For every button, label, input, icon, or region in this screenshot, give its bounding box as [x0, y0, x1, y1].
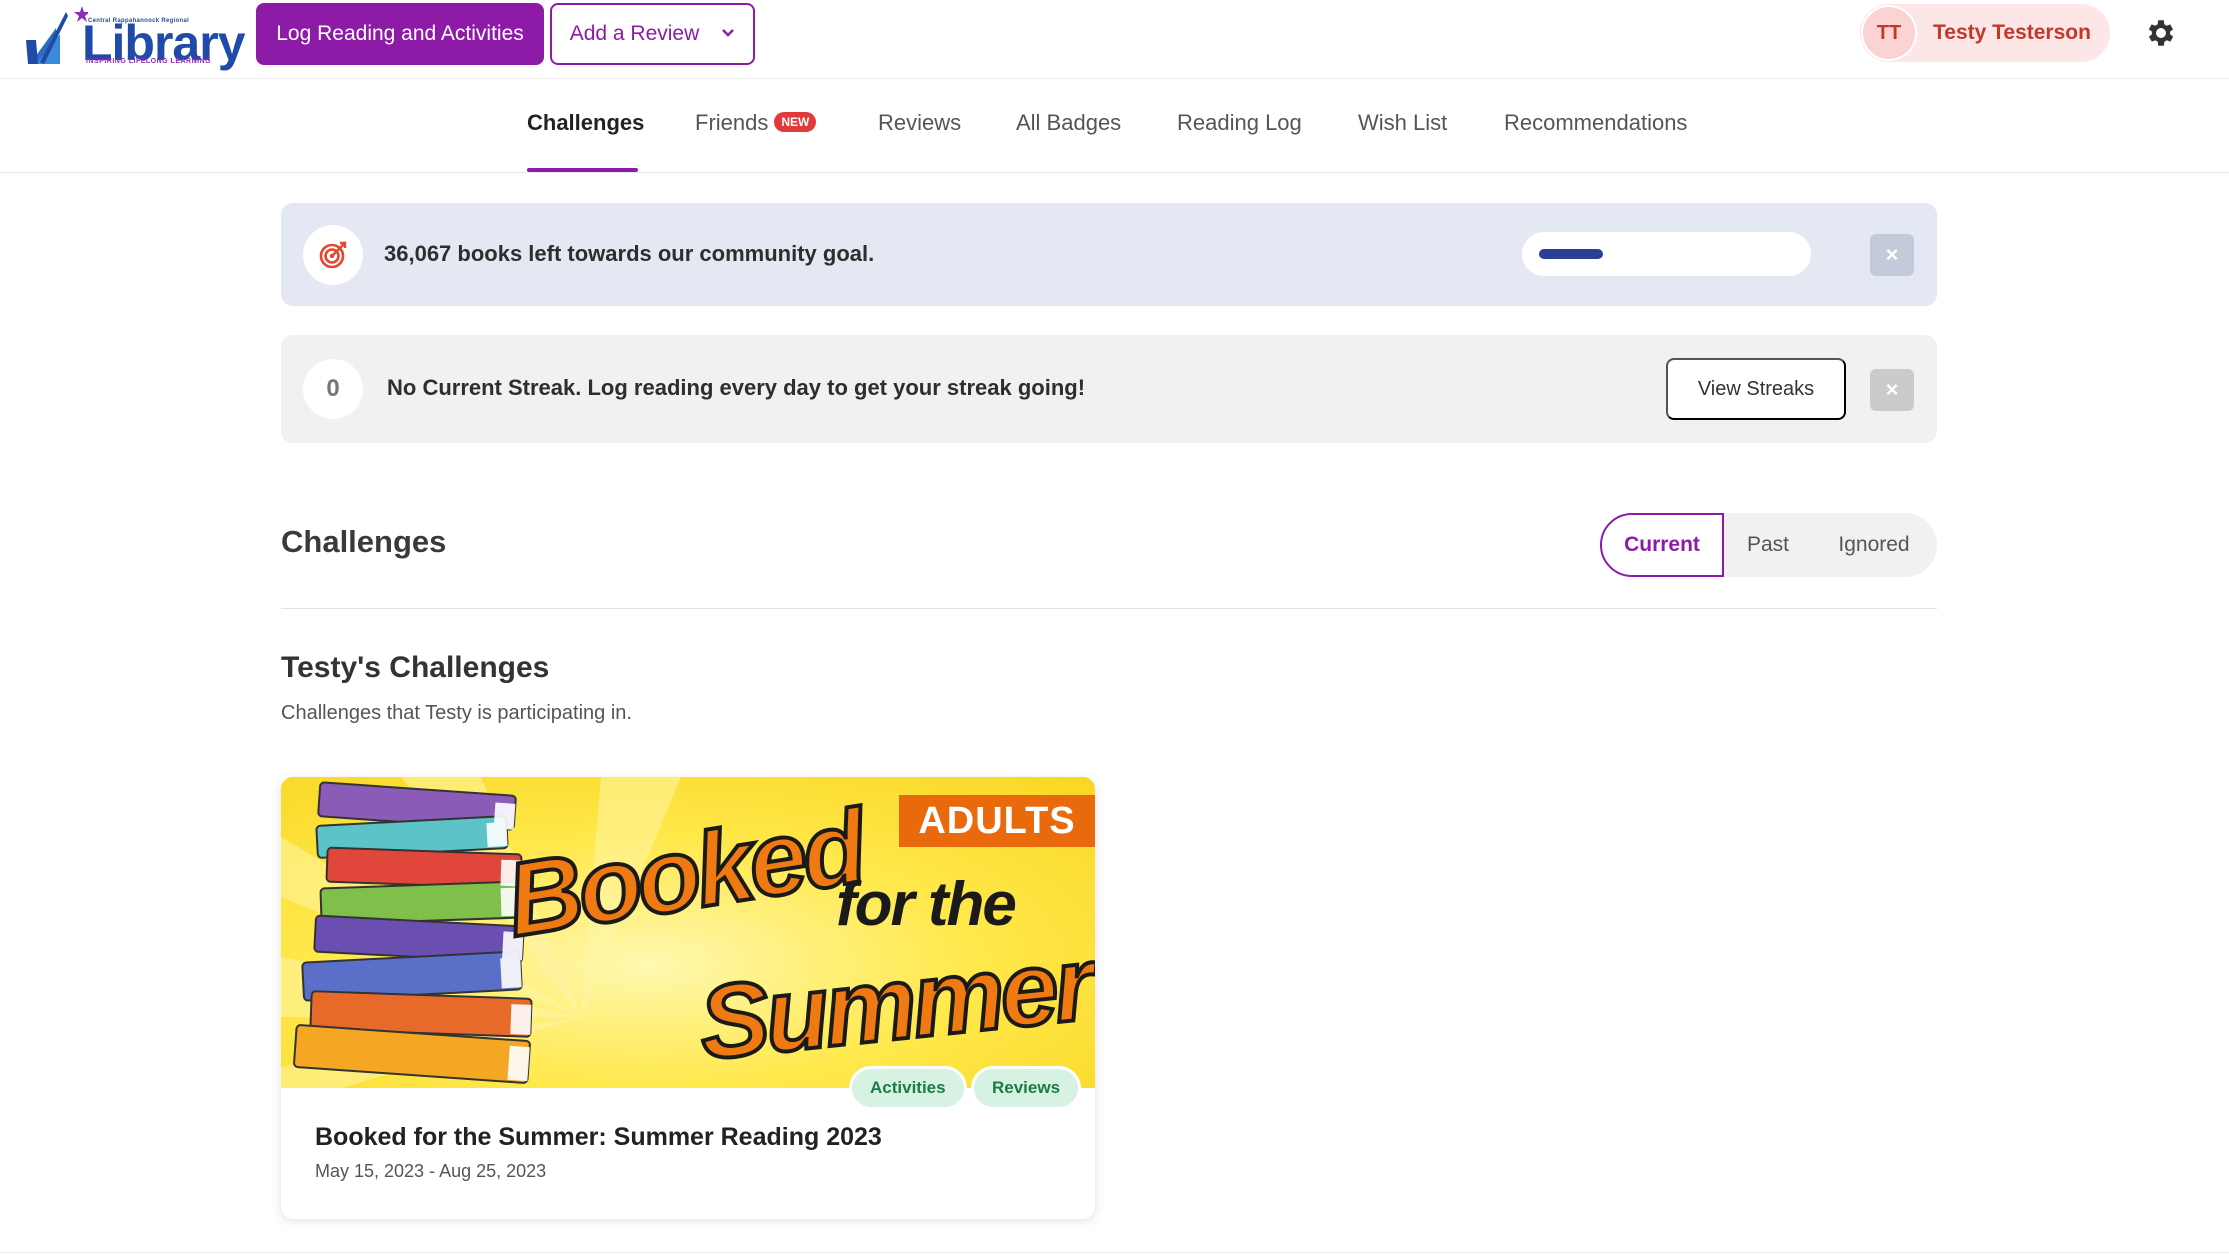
filter-ignored[interactable]: Ignored [1812, 513, 1936, 577]
challenge-card[interactable]: ADULTS Booked for the Summer Activities … [281, 777, 1095, 1219]
section-divider [281, 608, 1937, 609]
active-tab-indicator [527, 168, 638, 172]
goal-progress-fill [1539, 249, 1603, 259]
audience-badge: ADULTS [899, 795, 1095, 847]
view-streaks-button[interactable]: View Streaks [1666, 358, 1846, 420]
tab-wish-list[interactable]: Wish List [1358, 110, 1447, 136]
tab-recommendations[interactable]: Recommendations [1504, 110, 1687, 136]
logo-tagline: INSPIRING LIFELONG LEARNING [86, 58, 212, 65]
page-bottom-divider [0, 1252, 2229, 1253]
goal-text: 36,067 books left towards our community … [384, 241, 875, 266]
tag-activities: Activities [849, 1066, 967, 1110]
close-icon[interactable]: × [1870, 234, 1914, 276]
tab-reading-log[interactable]: Reading Log [1177, 110, 1302, 136]
challenges-heading: Challenges [281, 524, 447, 559]
avatar: TT [1861, 5, 1917, 61]
book-logo-icon [26, 6, 88, 64]
tab-friends[interactable]: Friends NEW [695, 110, 817, 136]
user-menu[interactable]: TT Testy Testerson [1860, 4, 2110, 62]
community-goal-banner: 36,067 books left towards our community … [281, 203, 1937, 306]
tab-friends-label: Friends [695, 110, 769, 135]
main-nav: Challenges Friends NEW Reviews All Badges… [0, 80, 2229, 173]
challenge-dates: May 15, 2023 - Aug 25, 2023 [315, 1161, 547, 1181]
goal-progress-bar [1522, 232, 1811, 276]
log-reading-button[interactable]: Log Reading and Activities [256, 3, 544, 65]
gear-icon[interactable] [2144, 16, 2178, 50]
user-challenges-description: Challenges that Testy is participating i… [281, 702, 632, 724]
app-header: Central Rappahannock Regional Library IN… [0, 0, 2229, 79]
filter-current[interactable]: Current [1600, 513, 1724, 577]
chevron-down-icon [721, 25, 735, 41]
library-logo[interactable]: Central Rappahannock Regional Library IN… [26, 4, 246, 68]
new-badge: NEW [774, 112, 817, 133]
filter-past[interactable]: Past [1724, 513, 1812, 577]
streak-text: No Current Streak. Log reading every day… [387, 375, 1086, 400]
user-challenges-heading: Testy's Challenges [281, 651, 550, 684]
challenge-filter: Current Past Ignored [1600, 513, 1937, 577]
target-icon [303, 225, 363, 285]
add-review-label: Add a Review [569, 22, 700, 45]
tab-reviews[interactable]: Reviews [878, 110, 961, 136]
image-title-for-the: for the [836, 870, 1017, 939]
user-name: Testy Testerson [1933, 21, 2091, 44]
tab-challenges[interactable]: Challenges [527, 110, 644, 136]
tab-all-badges[interactable]: All Badges [1016, 110, 1121, 136]
challenge-card-image: ADULTS Booked for the Summer [281, 777, 1095, 1088]
streak-banner: 0 No Current Streak. Log reading every d… [281, 335, 1937, 443]
close-icon[interactable]: × [1870, 369, 1914, 411]
streak-count: 0 [303, 359, 363, 419]
challenge-title[interactable]: Booked for the Summer: Summer Reading 20… [315, 1123, 882, 1152]
tag-reviews: Reviews [971, 1066, 1082, 1110]
add-review-button[interactable]: Add a Review [550, 3, 755, 65]
